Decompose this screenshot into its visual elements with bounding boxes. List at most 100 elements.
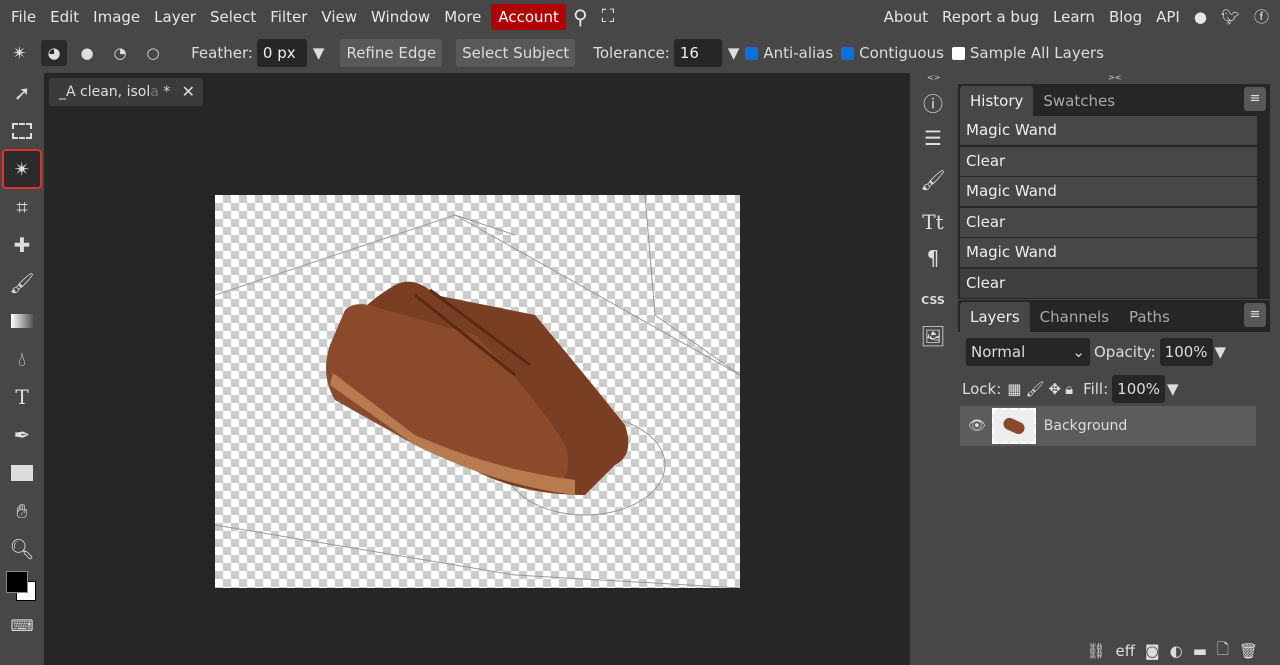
- link-blog[interactable]: Blog: [1102, 4, 1149, 30]
- gradient-tool-icon[interactable]: [4, 303, 40, 339]
- tab-layers[interactable]: Layers: [960, 302, 1030, 332]
- menu-layer[interactable]: Layer: [147, 4, 203, 30]
- lock-position-icon[interactable]: ✥: [1049, 380, 1062, 398]
- account-button[interactable]: Account: [491, 3, 566, 30]
- brush-tool-icon[interactable]: 🖌︎: [4, 265, 40, 301]
- new-group-icon[interactable]: ▬: [1193, 642, 1207, 660]
- character-icon[interactable]: Tt: [922, 204, 943, 240]
- lock-pixels-icon[interactable]: 🖌︎: [1025, 380, 1044, 398]
- link-layers-icon[interactable]: ⛓: [1086, 642, 1105, 660]
- fullscreen-icon[interactable]: ⛶: [595, 4, 622, 30]
- selection-mode-add[interactable]: ●: [74, 40, 100, 66]
- link-report-bug[interactable]: Report a bug: [935, 4, 1046, 30]
- selection-mode-subtract[interactable]: ◔: [107, 40, 133, 66]
- menu-image[interactable]: Image: [86, 4, 147, 30]
- reddit-icon[interactable]: ●: [1187, 4, 1214, 30]
- link-api[interactable]: API: [1149, 4, 1187, 30]
- twitter-icon[interactable]: 🐦︎: [1214, 4, 1247, 30]
- feather-dropdown-icon[interactable]: ▼: [313, 44, 325, 62]
- history-item[interactable]: Magic Wand: [960, 116, 1257, 146]
- eye-icon[interactable]: 👁︎: [968, 418, 986, 434]
- marquee-tool-icon[interactable]: [4, 113, 40, 149]
- lock-all-icon[interactable]: 🔒︎: [1065, 380, 1073, 398]
- info-icon[interactable]: ⓘ: [923, 84, 943, 120]
- image-icon[interactable]: 🖼︎: [920, 318, 945, 354]
- layers-menu-icon[interactable]: ≡: [1244, 303, 1266, 327]
- search-icon[interactable]: ⚲: [566, 4, 595, 30]
- fill-dropdown-icon[interactable]: ▼: [1167, 380, 1179, 398]
- crop-tool-icon[interactable]: ⌗: [4, 189, 40, 225]
- add-mask-icon[interactable]: ◙: [1145, 642, 1160, 660]
- history-menu-icon[interactable]: ≡: [1244, 87, 1266, 111]
- menu-view[interactable]: View: [314, 4, 364, 30]
- tab-history[interactable]: History: [960, 86, 1034, 116]
- link-learn[interactable]: Learn: [1046, 4, 1102, 30]
- menu-filter[interactable]: Filter: [263, 4, 314, 30]
- paragraph-icon[interactable]: ¶: [927, 240, 940, 276]
- menu-file[interactable]: File: [4, 4, 43, 30]
- document-title-fade: a: [150, 84, 159, 100]
- tab-swatches[interactable]: Swatches: [1033, 86, 1125, 116]
- anti-alias-checkbox[interactable]: [745, 46, 759, 60]
- tab-paths[interactable]: Paths: [1119, 302, 1180, 332]
- select-subject-button[interactable]: Select Subject: [456, 39, 576, 67]
- contiguous-checkbox[interactable]: [841, 46, 855, 60]
- tool-options-bar: ✴ ◕ ● ◔ ○ Feather: 0 px ▼ Refine Edge Se…: [0, 33, 1280, 73]
- tolerance-dropdown-icon[interactable]: ▼: [728, 44, 740, 62]
- history-item[interactable]: Magic Wand: [960, 238, 1257, 268]
- blend-mode-select[interactable]: Normal ⌄: [966, 338, 1090, 366]
- anti-alias-label: Anti-alias: [763, 44, 834, 62]
- menu-bar: File Edit Image Layer Select Filter View…: [0, 0, 1280, 33]
- history-panel: History Swatches ≡ Magic Wand Clear Magi…: [958, 84, 1270, 299]
- shape-tool-icon[interactable]: [4, 455, 40, 491]
- close-tab-icon[interactable]: ✕: [182, 78, 195, 106]
- css-icon[interactable]: CSS: [921, 282, 945, 318]
- history-item[interactable]: Magic Wand: [960, 177, 1257, 207]
- feather-input[interactable]: 0 px: [256, 39, 307, 67]
- collapse-toggle[interactable]: ><: [1108, 73, 1121, 82]
- sample-all-layers-checkbox[interactable]: [951, 46, 965, 60]
- hand-tool-icon[interactable]: ✋︎: [4, 493, 40, 529]
- tolerance-input[interactable]: 16: [673, 39, 722, 67]
- layer-effects-icon[interactable]: eff: [1115, 642, 1135, 660]
- chevron-down-icon: ⌄: [1072, 343, 1085, 361]
- fill-label: Fill:: [1083, 380, 1109, 398]
- selection-mode-new[interactable]: ◕: [41, 40, 68, 66]
- color-swatches[interactable]: [4, 569, 40, 605]
- tolerance-label: Tolerance:: [593, 44, 670, 62]
- history-item[interactable]: Clear: [960, 207, 1257, 238]
- contiguous-label: Contiguous: [859, 44, 944, 62]
- adjustment-layer-icon[interactable]: ◐: [1170, 642, 1183, 660]
- opacity-input[interactable]: 100%: [1159, 338, 1213, 366]
- pen-tool-icon[interactable]: ✒: [4, 417, 40, 453]
- menu-window[interactable]: Window: [364, 4, 437, 30]
- new-layer-icon[interactable]: 🗋: [1217, 639, 1229, 664]
- brush-settings-icon[interactable]: 🖌︎: [920, 162, 945, 198]
- selection-mode-intersect[interactable]: ○: [140, 40, 166, 66]
- blur-tool-icon[interactable]: 💧︎: [4, 341, 40, 377]
- menu-edit[interactable]: Edit: [43, 4, 86, 30]
- image-canvas[interactable]: [214, 194, 741, 589]
- facebook-icon[interactable]: ⓕ: [1247, 4, 1276, 30]
- keyboard-icon[interactable]: ⌨: [4, 607, 40, 643]
- history-item[interactable]: Clear: [960, 146, 1257, 177]
- menu-more[interactable]: More: [437, 4, 488, 30]
- fill-input[interactable]: 100%: [1112, 375, 1166, 403]
- healing-tool-icon[interactable]: ✚: [4, 227, 40, 263]
- delete-layer-icon[interactable]: 🗑︎: [1239, 642, 1258, 660]
- tab-channels[interactable]: Channels: [1030, 302, 1119, 332]
- link-about[interactable]: About: [877, 4, 935, 30]
- zoom-tool-icon[interactable]: 🔍︎: [4, 531, 40, 567]
- expand-toggle[interactable]: <>: [927, 73, 940, 82]
- layer-row[interactable]: 👁︎ Background: [960, 406, 1256, 446]
- opacity-dropdown-icon[interactable]: ▼: [1215, 343, 1227, 361]
- lock-transparency-icon[interactable]: ▦: [1007, 380, 1021, 398]
- history-item-current[interactable]: Clear: [960, 268, 1257, 299]
- adjustments-icon[interactable]: ☰: [924, 120, 942, 156]
- document-tab[interactable]: _A clean, isola * ✕: [49, 78, 203, 106]
- type-tool-icon[interactable]: T: [4, 379, 40, 415]
- magic-wand-tool-icon[interactable]: ✴: [2, 149, 42, 189]
- menu-select[interactable]: Select: [203, 4, 263, 30]
- refine-edge-button[interactable]: Refine Edge: [340, 39, 443, 67]
- move-tool-icon[interactable]: ➚: [4, 75, 40, 111]
